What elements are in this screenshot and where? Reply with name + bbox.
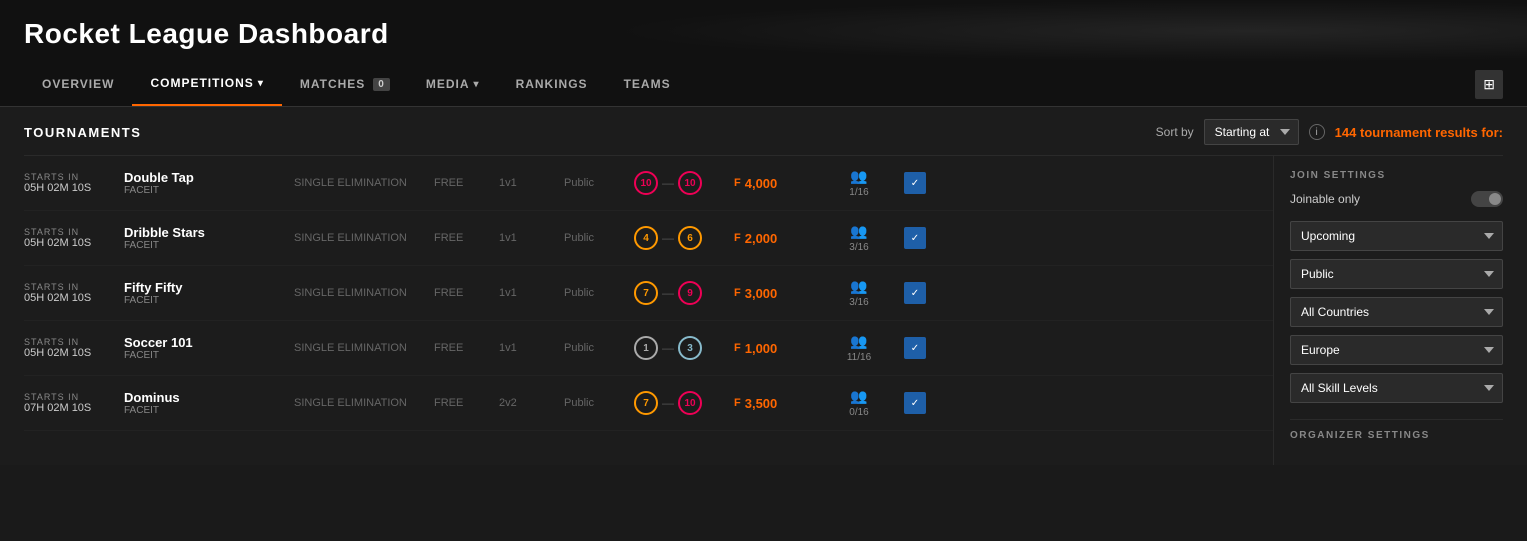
results-text: 144 tournament results for: bbox=[1335, 125, 1503, 140]
starts-in-col: STARTS IN 05H 02M 10S bbox=[24, 172, 114, 194]
page-title: Rocket League Dashboard bbox=[24, 18, 1503, 50]
skill-filter[interactable]: All Skill Levels Beginner Intermediate A… bbox=[1290, 373, 1503, 403]
joinable-only-row: Joinable only bbox=[1290, 191, 1503, 207]
header: Rocket League Dashboard bbox=[0, 0, 1527, 62]
sidebar-divider bbox=[1290, 419, 1503, 420]
organizer-settings-title: ORGANIZER SETTINGS bbox=[1290, 430, 1503, 441]
join-button[interactable]: ✓ bbox=[904, 172, 926, 194]
nav-teams[interactable]: TEAMS bbox=[606, 63, 689, 105]
table-row: STARTS IN 05H 02M 10S Fifty Fifty FACEIT… bbox=[24, 266, 1273, 321]
people-icon: 👥 bbox=[850, 333, 867, 350]
join-settings-title: JOIN SETTINGS bbox=[1290, 170, 1503, 181]
public-col: Public bbox=[564, 177, 624, 189]
join-button[interactable]: ✓ bbox=[904, 227, 926, 249]
people-icon: 👥 bbox=[850, 168, 867, 185]
nav-items: OVERVIEW COMPETITIONS ▾ MATCHES 0 MEDIA … bbox=[24, 62, 689, 106]
matches-badge: 0 bbox=[373, 78, 390, 91]
people-icon: 👥 bbox=[850, 278, 867, 295]
people-icon: 👥 bbox=[850, 223, 867, 240]
level-col: 10 — 10 bbox=[634, 171, 724, 195]
nav-matches[interactable]: MATCHES 0 bbox=[282, 63, 408, 105]
visibility-filter[interactable]: Public Private bbox=[1290, 259, 1503, 289]
navigation: OVERVIEW COMPETITIONS ▾ MATCHES 0 MEDIA … bbox=[0, 62, 1527, 107]
right-sidebar: JOIN SETTINGS Joinable only Upcoming Ong… bbox=[1273, 156, 1503, 465]
region-filter[interactable]: Europe North America Asia bbox=[1290, 335, 1503, 365]
tournaments-title: TOURNAMENTS bbox=[24, 125, 141, 140]
nav-competitions[interactable]: COMPETITIONS ▾ bbox=[132, 62, 281, 106]
table-row: STARTS IN 05H 02M 10S Dribble Stars FACE… bbox=[24, 211, 1273, 266]
tournaments-list: STARTS IN 05H 02M 10S Double Tap FACEIT … bbox=[24, 156, 1273, 431]
prize-col: F 4,000 bbox=[734, 176, 814, 191]
table-row: STARTS IN 05H 02M 10S Soccer 101 FACEIT … bbox=[24, 321, 1273, 376]
tournaments-header: TOURNAMENTS Sort by Starting at Prize Pl… bbox=[24, 107, 1503, 156]
chevron-down-icon: ▾ bbox=[258, 78, 264, 89]
nav-overview[interactable]: OVERVIEW bbox=[24, 63, 132, 105]
table-row: STARTS IN 05H 02M 10S Double Tap FACEIT … bbox=[24, 156, 1273, 211]
slots-col: 👥 1/16 bbox=[824, 168, 894, 198]
sort-label: Sort by bbox=[1156, 125, 1194, 139]
join-col: ✓ bbox=[904, 172, 932, 194]
mode-col: 1v1 bbox=[499, 177, 554, 189]
format-col: SINGLE ELIMINATION bbox=[294, 177, 424, 189]
main-layout: STARTS IN 05H 02M 10S Double Tap FACEIT … bbox=[24, 156, 1503, 465]
tournaments-section: TOURNAMENTS Sort by Starting at Prize Pl… bbox=[0, 107, 1527, 465]
people-icon: 👥 bbox=[850, 388, 867, 405]
join-button[interactable]: ✓ bbox=[904, 392, 926, 414]
toggle-knob bbox=[1489, 193, 1501, 205]
tournament-name-col: Double Tap FACEIT bbox=[124, 170, 284, 196]
sort-select[interactable]: Starting at Prize Players bbox=[1204, 119, 1299, 145]
status-filter[interactable]: Upcoming Ongoing Finished bbox=[1290, 221, 1503, 251]
sort-area: Sort by Starting at Prize Players i 144 … bbox=[1156, 119, 1503, 145]
chevron-down-icon: ▾ bbox=[474, 79, 480, 90]
nav-rankings[interactable]: RANKINGS bbox=[498, 63, 606, 105]
nav-media[interactable]: MEDIA ▾ bbox=[408, 63, 498, 105]
country-filter[interactable]: All Countries United States United Kingd… bbox=[1290, 297, 1503, 327]
table-row: STARTS IN 07H 02M 10S Dominus FACEIT SIN… bbox=[24, 376, 1273, 431]
grid-view-button[interactable]: ⊞ bbox=[1475, 70, 1503, 99]
joinable-toggle[interactable] bbox=[1471, 191, 1503, 207]
joinable-only-label: Joinable only bbox=[1290, 192, 1360, 206]
info-icon[interactable]: i bbox=[1309, 124, 1325, 140]
join-button[interactable]: ✓ bbox=[904, 337, 926, 359]
join-button[interactable]: ✓ bbox=[904, 282, 926, 304]
free-col: FREE bbox=[434, 177, 489, 189]
